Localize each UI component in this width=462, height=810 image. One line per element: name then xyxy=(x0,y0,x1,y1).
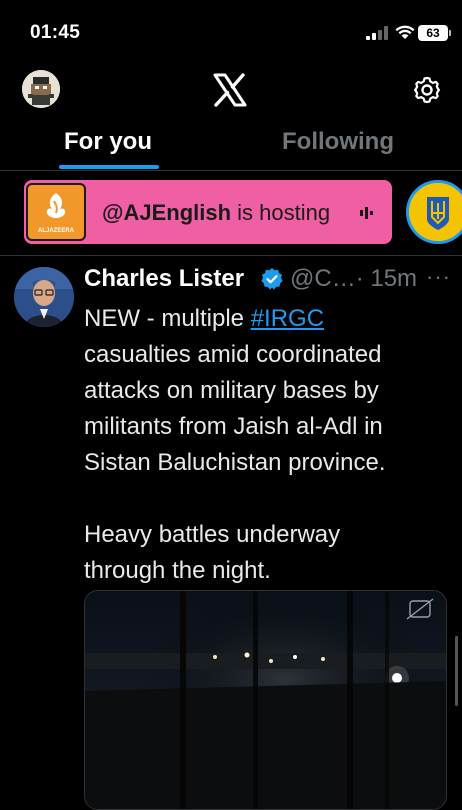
verified-badge-icon xyxy=(261,268,283,290)
space-host-text[interactable]: @AJEnglish is hosting xyxy=(102,200,330,226)
more-options-icon[interactable]: ··· xyxy=(426,264,451,290)
active-tab-indicator xyxy=(59,165,159,169)
tweet-paragraph-1: NEW - multiple #IRGC casualties amid coo… xyxy=(84,301,424,481)
trident-emblem-icon xyxy=(409,183,462,241)
tweet-author-avatar[interactable] xyxy=(14,267,74,327)
scrollbar[interactable] xyxy=(455,636,458,706)
battery-indicator: 63 xyxy=(418,25,448,41)
tweet-handle: @C… xyxy=(290,265,356,292)
logo-text: ALJAZEERA xyxy=(38,228,75,234)
space-avatar-ukraine[interactable] xyxy=(406,180,462,244)
gear-icon[interactable] xyxy=(412,75,442,105)
tweet-time: · 15m xyxy=(355,265,418,292)
tweet-text-prefix: NEW - multiple xyxy=(84,305,251,332)
aljazeera-emblem-icon: ALJAZEERA xyxy=(38,193,75,234)
x-logo-icon[interactable] xyxy=(213,73,247,107)
tab-for-you[interactable]: For you xyxy=(64,128,152,156)
tweet-text: NEW - multiple #IRGC casualties amid coo… xyxy=(84,301,424,589)
night-scene-photo xyxy=(85,591,446,809)
status-time: 01:45 xyxy=(30,22,81,43)
divider xyxy=(0,255,462,256)
tweet-handle-time: @C…· 15m xyxy=(290,265,417,293)
tweet-author-name[interactable]: Charles Lister xyxy=(84,265,244,293)
wifi-icon xyxy=(395,25,415,39)
tweet-media-image[interactable] xyxy=(84,590,447,810)
battery-cap xyxy=(449,30,451,36)
aljazeera-logo: ALJAZEERA xyxy=(26,183,86,241)
tweet-spacer xyxy=(84,481,424,517)
space-host-suffix: is hosting xyxy=(231,200,331,225)
divider xyxy=(0,170,462,171)
tweet-text-rest: casualties amid coordinated attacks on m… xyxy=(84,341,386,476)
space-host-handle: @AJEnglish xyxy=(102,200,232,225)
tweet-paragraph-2: Heavy battles underway through the night… xyxy=(84,521,341,584)
hashtag-link[interactable]: #IRGC xyxy=(251,305,324,332)
tab-following[interactable]: Following xyxy=(282,128,394,156)
cellular-signal-icon xyxy=(366,26,388,40)
profile-avatar[interactable] xyxy=(22,70,60,108)
cartoon-avatar-icon xyxy=(22,70,60,108)
author-photo xyxy=(14,267,74,327)
audio-equalizer-icon xyxy=(360,207,373,219)
